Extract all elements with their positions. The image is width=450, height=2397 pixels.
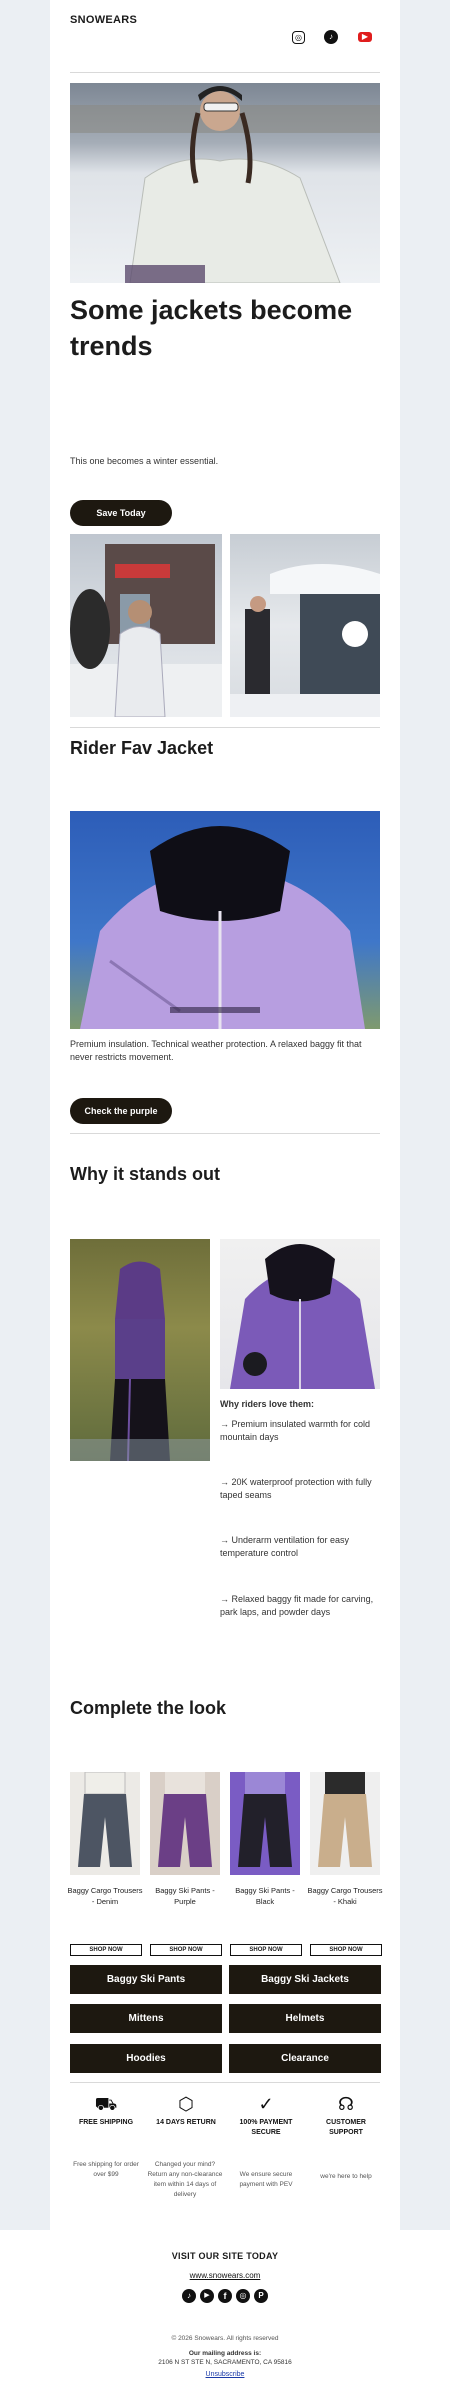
- check-circle-icon: ✓: [258, 2094, 274, 2114]
- copyright-text: © 2026 Snowears. All rights reserved: [171, 2335, 279, 2342]
- feature-title: Rider Fav Jacket: [70, 738, 214, 758]
- shop-now-button-denim[interactable]: SHOP NOW: [70, 1944, 142, 1956]
- tiktok-icon[interactable]: ♪: [182, 2289, 196, 2303]
- header-divider: [70, 72, 380, 73]
- site-url-link[interactable]: www.snowears.com: [0, 2271, 450, 2280]
- feature-free-shipping-text: Free shipping for order over $99: [73, 2161, 139, 2178]
- feature-free-shipping-title: FREE SHIPPING: [78, 2119, 134, 2126]
- shop-now-button-khaki[interactable]: SHOP NOW: [310, 1944, 382, 1956]
- purple-jacket-image: [70, 811, 380, 1029]
- category-clearance[interactable]: Clearance: [229, 2044, 381, 2073]
- youtube-icon[interactable]: ▶: [358, 32, 372, 42]
- truck-icon: ⛟: [94, 2094, 118, 2114]
- youtube-icon[interactable]: ▶: [200, 2289, 214, 2303]
- why-bullet-1: → Premium insulated warmth for cold moun…: [220, 1419, 371, 1442]
- feature-returns-title: 14 DAYS RETURN: [156, 2119, 216, 2126]
- headset-icon: ☊: [338, 2094, 354, 2114]
- product-image-purple[interactable]: [150, 1772, 220, 1875]
- store-photo-right: [230, 534, 380, 717]
- product-name-black[interactable]: Baggy Ski Pants - Black: [227, 1885, 303, 1907]
- category-baggy-ski-pants[interactable]: Baggy Ski Pants: [70, 1965, 222, 1994]
- facebook-icon[interactable]: f: [218, 2289, 232, 2303]
- category-hoodies[interactable]: Hoodies: [70, 2044, 222, 2073]
- box-icon: ⬡: [178, 2094, 194, 2114]
- email-page: SNOWEARS ◎ ♪ ▶ Some jackets become trend…: [0, 0, 450, 2397]
- instagram-icon[interactable]: ◎: [292, 31, 305, 44]
- product-name-denim[interactable]: Baggy Cargo Trousers - Denim: [67, 1885, 143, 1907]
- category-helmets[interactable]: Helmets: [229, 2004, 381, 2033]
- product-name-khaki[interactable]: Baggy Cargo Trousers - Khaki: [307, 1885, 383, 1907]
- brand-logo[interactable]: SNOWEARS: [70, 14, 137, 26]
- hero-subtitle: This one becomes a winter essential.: [70, 456, 219, 466]
- feature-payment-title: 100% PAYMENT SECURE: [239, 2119, 293, 2136]
- category-mittens[interactable]: Mittens: [70, 2004, 222, 2033]
- why-bullet-3: → Underarm ventilation for easy temperat…: [220, 1535, 350, 1558]
- mailing-address: 2106 N ST STE N, SACRAMENTO, CA 95816: [158, 2359, 292, 2366]
- rider-full-image: [70, 1239, 210, 1461]
- section-divider: [70, 727, 380, 728]
- why-bullet-4: → Relaxed baggy fit made for carving, pa…: [220, 1594, 374, 1617]
- product-image-black[interactable]: [230, 1772, 300, 1875]
- feature-payment-text: We ensure secure payment with PEV: [239, 2171, 293, 2188]
- why-bullet-2: → 20K waterproof protection with fully t…: [220, 1477, 372, 1500]
- feature-returns-text: Changed your mind? Return any non-cleara…: [147, 2161, 223, 2198]
- feature-description: Premium insulation. Technical weather pr…: [70, 1039, 362, 1062]
- visit-site-heading: VISIT OUR SITE TODAY: [171, 2251, 279, 2261]
- footer-social-row: ♪ ▶ f ◎ P: [182, 2289, 272, 2305]
- why-title: Why it stands out: [70, 1164, 220, 1184]
- why-list-title: Why riders love them:: [220, 1399, 315, 1409]
- hood-closeup-image: [220, 1239, 380, 1389]
- feature-support-text: we're here to help: [320, 2173, 372, 2180]
- product-image-denim[interactable]: [70, 1772, 140, 1875]
- features-divider: [70, 2082, 380, 2083]
- pinterest-icon[interactable]: P: [254, 2289, 268, 2303]
- hero-title: Some jackets become trends: [70, 295, 353, 361]
- section-divider-2: [70, 1133, 380, 1134]
- unsubscribe-link[interactable]: Unsubscribe: [0, 2371, 450, 2378]
- instagram-icon[interactable]: ◎: [236, 2289, 250, 2303]
- mailing-label: Our mailing address is:: [188, 2350, 262, 2357]
- feature-support-title: CUSTOMER SUPPORT: [326, 2119, 366, 2136]
- store-photo-left: [70, 534, 222, 717]
- look-title: Complete the look: [70, 1698, 227, 1718]
- shop-now-button-black[interactable]: SHOP NOW: [230, 1944, 302, 1956]
- tiktok-icon[interactable]: ♪: [324, 30, 338, 44]
- category-baggy-ski-jackets[interactable]: Baggy Ski Jackets: [229, 1965, 381, 1994]
- product-name-purple[interactable]: Baggy Ski Pants - Purple: [147, 1885, 223, 1907]
- check-purple-button[interactable]: Check the purple: [70, 1098, 172, 1124]
- save-today-button[interactable]: Save Today: [70, 500, 172, 526]
- hero-image: [70, 83, 380, 283]
- product-image-khaki[interactable]: [310, 1772, 380, 1875]
- shop-now-button-purple[interactable]: SHOP NOW: [150, 1944, 222, 1956]
